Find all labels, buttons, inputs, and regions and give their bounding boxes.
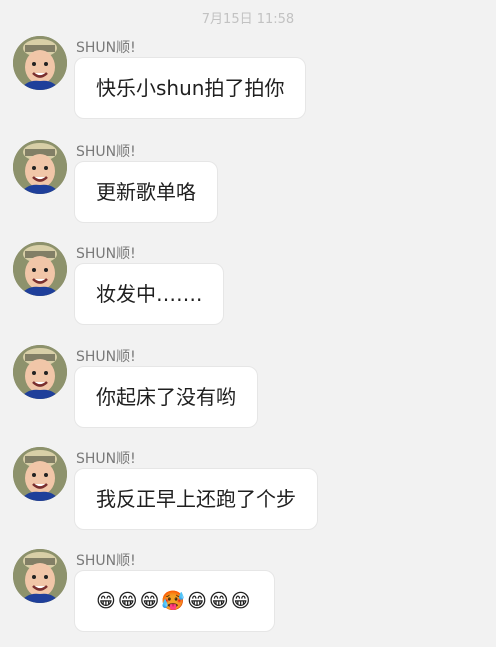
- message-row: SHUN顺! 😁😁😁🥵😁😁😁: [0, 549, 496, 647]
- sender-name: SHUN顺!: [76, 349, 136, 365]
- message-row: SHUN顺! 妆发中…….: [0, 242, 496, 342]
- message-bubble[interactable]: 我反正早上还跑了个步: [74, 468, 318, 530]
- avatar[interactable]: [13, 140, 67, 194]
- chat-window: 7月15日 11:58 SHUN顺! 快乐小shun拍了拍你 SHUN顺! 更新…: [0, 0, 496, 647]
- chat-timestamp: 7月15日 11:58: [201, 12, 295, 27]
- message-bubble[interactable]: 你起床了没有哟: [74, 366, 258, 428]
- message-bubble[interactable]: 更新歌单咯: [74, 161, 218, 223]
- message-bubble[interactable]: 快乐小shun拍了拍你: [74, 57, 307, 119]
- message-bubble[interactable]: 😁😁😁🥵😁😁😁: [74, 570, 275, 632]
- message-row: SHUN顺! 更新歌单咯: [0, 140, 496, 240]
- message-row: SHUN顺! 我反正早上还跑了个步: [0, 447, 496, 547]
- message-row: SHUN顺! 快乐小shun拍了拍你: [0, 36, 496, 136]
- avatar[interactable]: [13, 447, 67, 501]
- sender-name: SHUN顺!: [76, 246, 136, 262]
- avatar[interactable]: [13, 242, 67, 296]
- sender-name: SHUN顺!: [76, 553, 136, 569]
- sender-name: SHUN顺!: [76, 451, 136, 467]
- sender-name: SHUN顺!: [76, 40, 136, 56]
- avatar[interactable]: [13, 36, 67, 90]
- avatar[interactable]: [13, 345, 67, 399]
- avatar[interactable]: [13, 549, 67, 603]
- message-row: SHUN顺! 你起床了没有哟: [0, 345, 496, 445]
- message-bubble[interactable]: 妆发中…….: [74, 263, 225, 325]
- sender-name: SHUN顺!: [76, 144, 136, 160]
